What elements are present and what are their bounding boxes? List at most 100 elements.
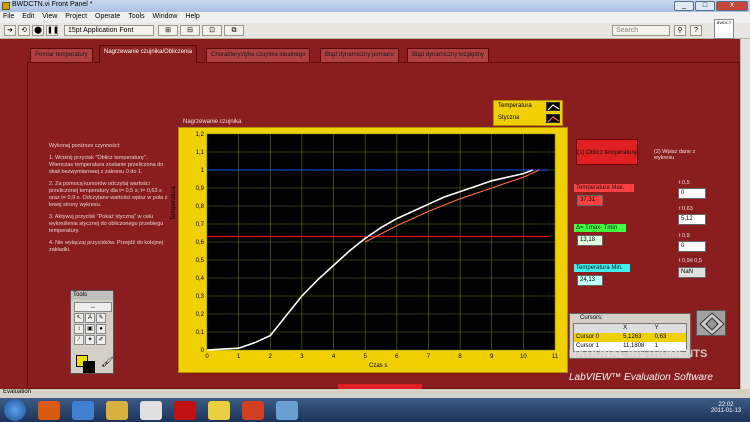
tab-pomiar-temperatury[interactable]: Pomiar temperatury bbox=[30, 48, 93, 62]
toolbar: ➜ ⟲ ⬤ ❚❚ 15pt Application Font ⊞ ⊟ ⊡ ⧉ S… bbox=[0, 23, 750, 39]
y-tick-label: 1,1 bbox=[196, 150, 205, 156]
ratio-indicator: NaN bbox=[678, 267, 706, 278]
probe-tool-icon[interactable]: ● bbox=[96, 324, 106, 334]
instruction-step: 2. Za pomocą kursorów odczytaj wartości … bbox=[49, 181, 168, 208]
x-tick-label: 5 bbox=[364, 354, 368, 360]
media-player-icon[interactable] bbox=[140, 401, 162, 420]
vertical-scrollbar[interactable] bbox=[740, 39, 750, 389]
auto-tool-icon[interactable]: ↔ bbox=[74, 302, 112, 312]
color-copy-tool-icon[interactable]: ✦ bbox=[85, 335, 95, 345]
legend-swatch-styczna[interactable] bbox=[546, 114, 560, 123]
status-bar: Evaluation bbox=[0, 389, 750, 398]
t05-input[interactable]: 0 bbox=[678, 188, 706, 199]
wpisz-dane-label: (2) Wpisz dane z wykresu bbox=[654, 149, 696, 161]
waveform-graph[interactable]: 0 1 2 3 4 5 6 7 8 9 10 11 0 0,1 0,2 0,3 0,4 0,5 0,6 0,7 0,8 0… bbox=[178, 127, 568, 373]
firefox-icon[interactable] bbox=[38, 401, 60, 420]
run-continuous-icon[interactable]: ⟲ bbox=[18, 25, 30, 36]
text-tool-icon[interactable]: ✎ bbox=[96, 313, 106, 323]
scroll-tool-icon[interactable]: ▣ bbox=[85, 324, 95, 334]
tab-blad-dynamiczny[interactable]: Błąd dynamiczny pomiaru bbox=[320, 48, 399, 62]
breakpoint-tool-icon[interactable]: ⁄ bbox=[74, 335, 84, 345]
distribute-objects-icon[interactable]: ⊟ bbox=[180, 25, 200, 36]
y-axis-label: Temperatura bbox=[171, 186, 177, 220]
help-icon[interactable]: ? bbox=[690, 25, 702, 36]
start-button[interactable] bbox=[4, 399, 26, 421]
cursor-y: 0,63 bbox=[654, 334, 667, 340]
t09-input[interactable]: 0 bbox=[678, 241, 706, 252]
menu-edit[interactable]: Edit bbox=[19, 12, 37, 21]
ratio-label: t 0,9/t 0,5 bbox=[679, 258, 702, 264]
x-tick-label: 2 bbox=[269, 354, 273, 360]
minimize-button[interactable]: _ bbox=[674, 1, 694, 11]
t063-input[interactable]: 5,12 bbox=[678, 214, 706, 225]
legend-line-temperatura-icon bbox=[547, 104, 560, 111]
oblicz-temperature-button[interactable]: (1) Oblicz temperaturę bbox=[576, 139, 638, 165]
window-title: BWDCTN.vi Front Panel * bbox=[12, 1, 93, 8]
temp-min-label: Temperatura Min. bbox=[574, 264, 630, 272]
explorer-icon[interactable] bbox=[106, 401, 128, 420]
legend-line-styczna-icon bbox=[547, 116, 560, 123]
wiring-tool-icon[interactable]: ↕ bbox=[74, 324, 84, 334]
x-tick-label: 7 bbox=[427, 354, 431, 360]
window-icon[interactable] bbox=[276, 401, 298, 420]
cursor-x: 5,1263 bbox=[623, 334, 642, 340]
tools-palette[interactable]: Tools ↔ ↖ A ✎ ↕ ▣ ● ⁄ ✦ ✐ 🖌 bbox=[70, 290, 114, 374]
cursors-title: Cursors: bbox=[580, 315, 603, 321]
plot-legend[interactable]: Temperatura Styczna bbox=[493, 100, 563, 126]
delta-label: Δ= Tmax- Tmin bbox=[574, 224, 626, 232]
title-bar: BWDCTN.vi Front Panel * _ □ X bbox=[0, 0, 750, 12]
resize-objects-icon[interactable]: ⊡ bbox=[202, 25, 222, 36]
close-button[interactable]: X bbox=[716, 1, 748, 11]
menu-view[interactable]: View bbox=[39, 12, 60, 21]
abort-icon[interactable]: ⬤ bbox=[32, 25, 44, 36]
labview-taskbar-icon[interactable] bbox=[208, 401, 230, 420]
menu-operate[interactable]: Operate bbox=[92, 12, 123, 21]
status-mode: Evaluation bbox=[3, 389, 32, 395]
cursor-name: Cursor 0 bbox=[576, 334, 600, 340]
table-row[interactable]: Cursor 0 5,1263 0,63 bbox=[574, 333, 686, 342]
y-tick-label: 0,6 bbox=[196, 240, 205, 246]
temp-max-indicator: 37,31 bbox=[577, 195, 603, 206]
search-icon[interactable]: ⚲ bbox=[674, 25, 686, 36]
acrobat-icon[interactable] bbox=[174, 401, 196, 420]
ni-watermark: NATIONAL INSTRUMENTS bbox=[569, 348, 708, 360]
vi-icon: BWDCT bbox=[714, 19, 734, 39]
tab-blad-wzgledny[interactable]: Błąd dynamiczny względny bbox=[407, 48, 490, 62]
run-arrow-icon[interactable]: ➜ bbox=[4, 25, 16, 36]
tab-charakterystyka[interactable]: Charakterystyka czujnika idealnego bbox=[206, 48, 311, 62]
tab-nagrzewanie-czujnika[interactable]: Nagrzewanie czujnika/Obliczenia bbox=[99, 45, 198, 63]
menu-tools[interactable]: Tools bbox=[125, 12, 147, 21]
graph-svg: 0 1 2 3 4 5 6 7 8 9 10 11 0 0,1 0,2 0,3 0,4 0,5 0,6 0,7 0,8 0… bbox=[196, 132, 559, 360]
x-tick-label: 9 bbox=[490, 354, 494, 360]
maximize-button[interactable]: □ bbox=[695, 1, 715, 11]
y-tick-label: 1,2 bbox=[196, 132, 205, 138]
instruction-step: 4. Nie wyłączaj przycisków. Przejdź do k… bbox=[49, 240, 164, 253]
color-tool-icon[interactable]: ✐ bbox=[96, 335, 106, 345]
ie-icon[interactable] bbox=[72, 401, 94, 420]
instruction-step: 1. Wciśnij przycisk "Oblicz temperaturę"… bbox=[49, 155, 164, 175]
cursor-movement-pad[interactable] bbox=[696, 310, 726, 336]
search-input[interactable]: Search bbox=[612, 25, 670, 36]
menu-help[interactable]: Help bbox=[182, 12, 202, 21]
operate-tool-icon[interactable]: ↖ bbox=[74, 313, 84, 323]
menu-project[interactable]: Project bbox=[62, 12, 90, 21]
menu-bar: File Edit View Project Operate Tools Win… bbox=[0, 12, 750, 23]
reorder-icon[interactable]: ⧉ bbox=[224, 25, 244, 36]
powerpoint-icon[interactable] bbox=[242, 401, 264, 420]
font-select[interactable]: 15pt Application Font bbox=[64, 25, 154, 36]
y-tick-label: 0,1 bbox=[196, 330, 205, 336]
background-color-swatch[interactable] bbox=[83, 361, 95, 373]
position-tool-icon[interactable]: A bbox=[85, 313, 95, 323]
cursor-header-x: X bbox=[623, 325, 628, 331]
instruction-step: 3. Aktywuj przycisk "Pokaż styczną" w ce… bbox=[49, 214, 164, 234]
legend-swatch-temperatura[interactable] bbox=[546, 102, 560, 111]
tools-palette-title: Tools bbox=[71, 291, 113, 300]
pause-icon[interactable]: ❚❚ bbox=[46, 25, 59, 36]
y-tick-label: 0 bbox=[201, 348, 205, 354]
menu-window[interactable]: Window bbox=[150, 12, 181, 21]
menu-file[interactable]: File bbox=[0, 12, 17, 21]
x-tick-label: 8 bbox=[458, 354, 462, 360]
align-objects-icon[interactable]: ⊞ bbox=[158, 25, 178, 36]
paintbrush-icon[interactable]: 🖌 bbox=[101, 357, 114, 368]
y-tick-label: 0,3 bbox=[196, 294, 205, 300]
